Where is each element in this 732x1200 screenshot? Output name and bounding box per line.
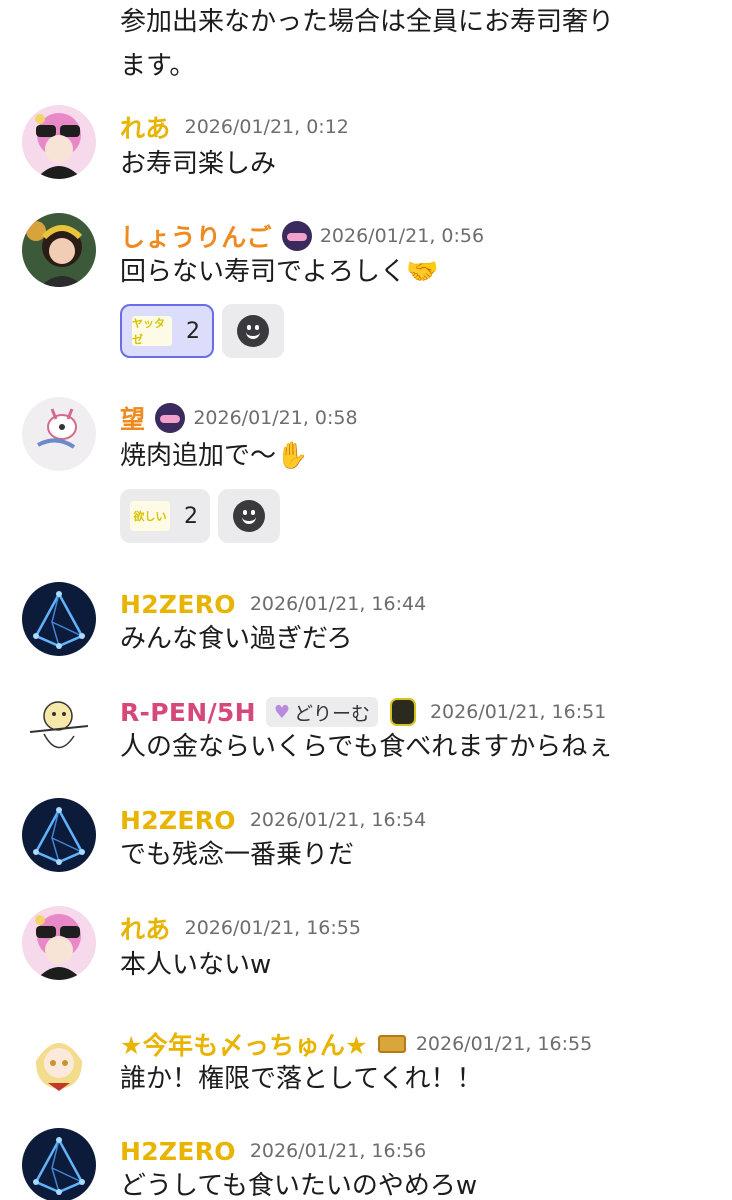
role-tag: ♥ どりーむ <box>265 697 378 727</box>
timestamp: 2026/01/21, 16:54 <box>249 809 427 831</box>
username[interactable]: H2ZERO <box>120 590 236 619</box>
role-label: どりーむ <box>293 702 370 725</box>
username[interactable]: 望 <box>120 400 145 436</box>
timestamp: 2026/01/21, 0:12 <box>184 116 349 138</box>
username[interactable]: R-PEN/5H <box>120 698 256 727</box>
reaction-bar: ヤッタゼ 2 <box>120 304 284 358</box>
username[interactable]: ★今年も〆っちゅん★ <box>120 1026 368 1062</box>
avatar-rea[interactable] <box>22 906 96 980</box>
username[interactable]: H2ZERO <box>120 1137 236 1166</box>
avatar-nozomu[interactable] <box>22 397 96 471</box>
reaction-bar: 欲しい 2 <box>120 489 280 543</box>
avatar-h2zero[interactable] <box>22 582 96 656</box>
message-text: お寿司楽しみ <box>120 149 277 179</box>
reaction-count: 2 <box>184 503 198 529</box>
smiley-icon <box>237 315 269 347</box>
timestamp: 2026/01/21, 16:51 <box>429 701 607 723</box>
avatar-shimecchun[interactable] <box>22 1021 96 1095</box>
profile-badge-icon <box>281 221 312 251</box>
message-text: 回らない寿司でよろしく🤝 <box>120 257 439 287</box>
add-reaction-button[interactable] <box>222 304 284 358</box>
message-text: 焼肉追加で〜✋ <box>120 441 309 471</box>
reaction-chip[interactable]: 欲しい 2 <box>120 489 210 543</box>
custom-emoji-icon: 欲しい <box>130 501 170 531</box>
avatar-h2zero[interactable] <box>22 798 96 872</box>
avatar-rea[interactable] <box>22 105 96 179</box>
message-text: 人の金ならいくらでも食べれますからねぇ <box>120 732 614 762</box>
custom-emoji-icon: ヤッタゼ <box>132 316 172 346</box>
timestamp: 2026/01/21, 0:56 <box>319 225 485 247</box>
message-text: でも残念一番乗りだ <box>120 840 355 870</box>
message-text-line: ます。 <box>120 51 196 81</box>
reaction-count: 2 <box>186 318 200 344</box>
avatar-h2zero[interactable] <box>22 1128 96 1200</box>
timestamp: 2026/01/21, 0:58 <box>193 407 358 429</box>
moderator-shield-icon <box>389 698 416 726</box>
add-reaction-button[interactable] <box>218 489 280 543</box>
profile-badge-icon <box>155 403 186 433</box>
username[interactable]: れあ <box>120 109 171 145</box>
heart-icon: ♥ <box>273 701 290 723</box>
timestamp: 2026/01/21, 16:55 <box>415 1033 593 1055</box>
username[interactable]: H2ZERO <box>120 806 236 835</box>
avatar-rpen[interactable] <box>22 690 96 764</box>
supporter-badge-icon <box>377 1035 406 1053</box>
message-continuation: 参加出来なかった場合は全員にお寿司奢り ます。 <box>120 0 614 88</box>
username[interactable]: しょうりんご <box>120 218 272 254</box>
timestamp: 2026/01/21, 16:56 <box>249 1140 427 1162</box>
username[interactable]: れあ <box>120 910 171 946</box>
timestamp: 2026/01/21, 16:55 <box>184 917 361 939</box>
chat-view: 参加出来なかった場合は全員にお寿司奢り ます。 れあ 2026/01/21, 0… <box>0 0 732 1200</box>
message-text-line: 参加出来なかった場合は全員にお寿司奢り <box>120 7 615 37</box>
message-text: みんな食い過ぎだろ <box>120 624 353 654</box>
avatar-shouringo[interactable] <box>22 213 96 287</box>
message-text: 本人いないw <box>120 950 272 980</box>
reaction-chip[interactable]: ヤッタゼ 2 <box>120 304 214 358</box>
message-text: どうしても食いたいのやめろw <box>120 1171 478 1200</box>
smiley-icon <box>233 500 265 532</box>
timestamp: 2026/01/21, 16:44 <box>249 593 427 615</box>
message-text: 誰か！権限で落としてくれ！！ <box>120 1064 483 1094</box>
